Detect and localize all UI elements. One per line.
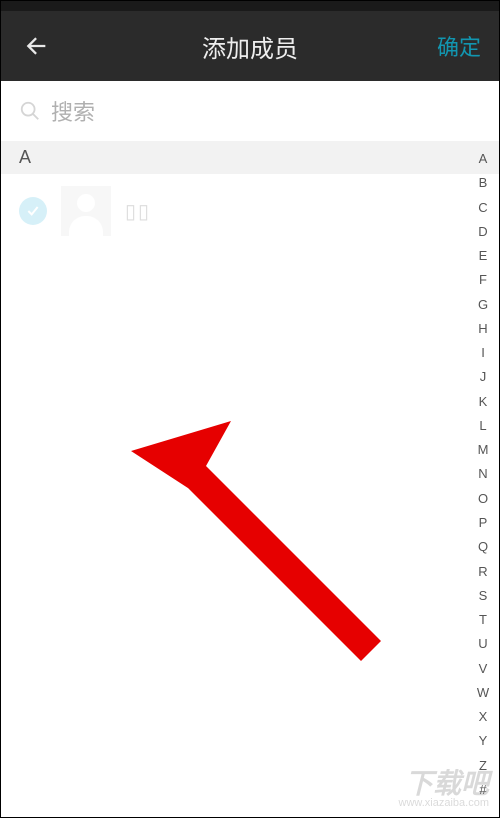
- search-placeholder: 搜索: [51, 95, 95, 127]
- index-letter[interactable]: U: [473, 636, 493, 651]
- status-bar: [1, 1, 499, 11]
- index-letter[interactable]: O: [473, 491, 493, 506]
- index-letter[interactable]: W: [473, 685, 493, 700]
- index-letter[interactable]: N: [473, 466, 493, 481]
- contact-row[interactable]: ▯▯: [1, 174, 499, 248]
- index-letter[interactable]: Y: [473, 733, 493, 748]
- index-letter[interactable]: V: [473, 661, 493, 676]
- index-letter[interactable]: T: [473, 612, 493, 627]
- index-letter[interactable]: C: [473, 200, 493, 215]
- index-letter[interactable]: I: [473, 345, 493, 360]
- index-letter[interactable]: P: [473, 515, 493, 530]
- index-letter[interactable]: M: [473, 442, 493, 457]
- index-letter[interactable]: X: [473, 709, 493, 724]
- watermark-url: www.xiazaiba.com: [399, 798, 489, 809]
- avatar: [61, 186, 111, 236]
- alpha-index-bar[interactable]: ABCDEFGHIJKLMNOPQRSTUVWXYZ#: [473, 151, 493, 797]
- watermark-brand: 下载吧: [405, 768, 489, 799]
- search-icon: [19, 100, 41, 122]
- index-letter[interactable]: B: [473, 175, 493, 190]
- index-letter[interactable]: E: [473, 248, 493, 263]
- watermark: 下载吧 www.xiazaiba.com: [399, 770, 489, 809]
- index-letter[interactable]: L: [473, 418, 493, 433]
- back-arrow-icon: [22, 32, 50, 60]
- search-input[interactable]: 搜索: [1, 81, 499, 141]
- index-letter[interactable]: S: [473, 588, 493, 603]
- contact-name: ▯▯: [125, 199, 151, 224]
- index-letter[interactable]: H: [473, 321, 493, 336]
- confirm-button[interactable]: 确定: [437, 30, 481, 62]
- index-letter[interactable]: Q: [473, 539, 493, 554]
- index-letter[interactable]: D: [473, 224, 493, 239]
- index-letter[interactable]: K: [473, 394, 493, 409]
- index-letter[interactable]: R: [473, 564, 493, 579]
- index-letter[interactable]: F: [473, 272, 493, 287]
- index-letter[interactable]: A: [473, 151, 493, 166]
- index-letter[interactable]: J: [473, 369, 493, 384]
- section-header-a: A: [1, 141, 499, 174]
- annotation-arrow-icon: [131, 391, 391, 671]
- index-letter[interactable]: G: [473, 297, 493, 312]
- header: 添加成员 确定: [1, 11, 499, 81]
- back-button[interactable]: [21, 31, 51, 61]
- checkbox-checked-icon[interactable]: [19, 197, 47, 225]
- page-title: 添加成员: [1, 29, 499, 64]
